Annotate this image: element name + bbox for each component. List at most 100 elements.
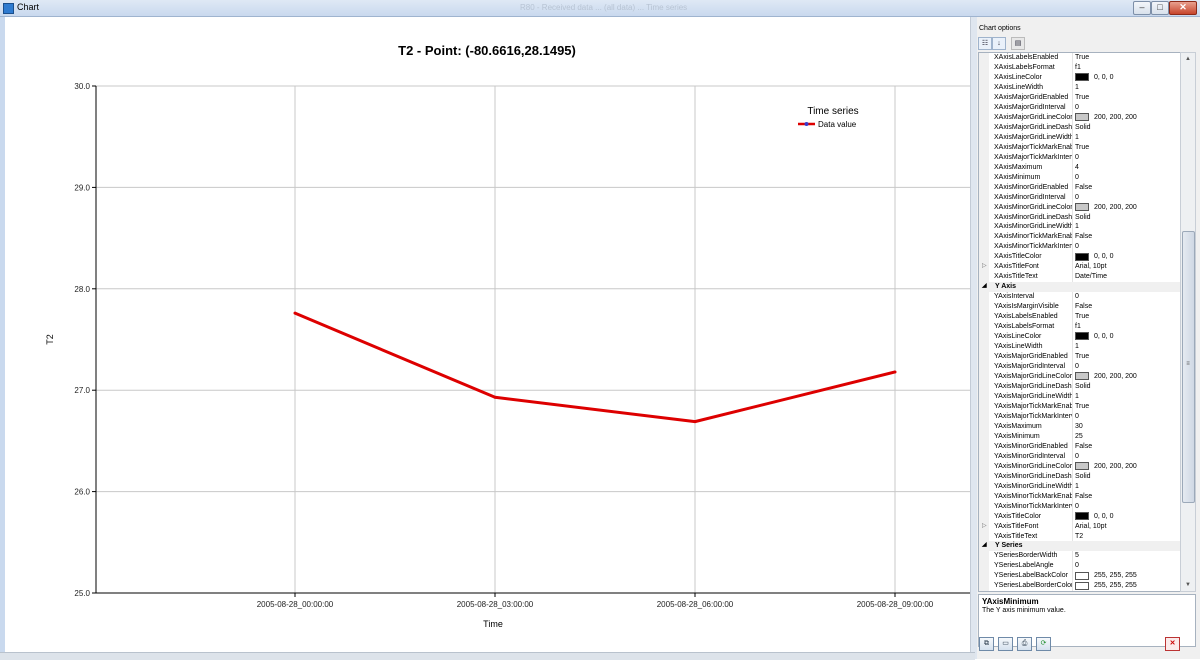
property-value-cell[interactable]: 4 — [1075, 163, 1179, 173]
copy-icon[interactable]: ⧉ — [979, 637, 994, 651]
property-pages-icon[interactable]: ▤ — [1011, 37, 1025, 50]
property-value-cell[interactable]: 0 — [1075, 173, 1179, 183]
property-value-cell[interactable]: False — [1075, 442, 1179, 452]
property-row[interactable]: YAxisInterval 0 — [979, 292, 1180, 303]
property-value-cell[interactable]: 0 — [1075, 193, 1179, 203]
property-row[interactable]: XAxisMinorTickMarkInterva 0 — [979, 242, 1180, 253]
property-value-cell[interactable]: True — [1075, 143, 1179, 153]
property-row[interactable]: YAxisMinorGridInterval 0 — [979, 451, 1180, 462]
property-value-cell[interactable]: 200, 200, 200 — [1075, 372, 1179, 382]
property-row[interactable]: XAxisMajorGridLineColor 200, 200, 200 — [979, 112, 1180, 123]
property-value-cell[interactable]: 0 — [1075, 103, 1179, 113]
close-button[interactable]: ✕ — [1169, 1, 1197, 15]
property-value-cell[interactable]: True — [1075, 312, 1179, 322]
property-value-cell[interactable]: 1 — [1075, 482, 1179, 492]
property-row[interactable]: YSeriesLabelBackColor 255, 255, 255 — [979, 571, 1180, 582]
property-row[interactable]: XAxisMajorGridLineWidth 1 — [979, 132, 1180, 143]
property-value-cell[interactable]: 1 — [1075, 392, 1179, 402]
property-value-cell[interactable]: 1 — [1075, 222, 1179, 232]
property-row[interactable]: XAxisMajorTickMarkInterva 0 — [979, 152, 1180, 163]
property-value-cell[interactable]: 1 — [1075, 83, 1179, 93]
property-value-cell[interactable]: f1 — [1075, 322, 1179, 332]
property-row[interactable]: YAxisMinorGridEnabled False — [979, 441, 1180, 452]
property-grid-scrollbar[interactable]: ▲ ≡ ▼ — [1180, 52, 1196, 592]
property-value-cell[interactable]: True — [1075, 352, 1179, 362]
property-row[interactable]: YAxisLabelsEnabled True — [979, 312, 1180, 323]
property-row[interactable]: XAxisTitleColor 0, 0, 0 — [979, 252, 1180, 263]
property-value-cell[interactable]: 0 — [1075, 412, 1179, 422]
property-category[interactable]: ◢ Y Axis — [979, 282, 1180, 293]
property-row[interactable]: ▷ XAxisTitleFont Arial, 10pt — [979, 262, 1180, 273]
property-row[interactable]: YAxisMajorGridEnabled True — [979, 352, 1180, 363]
property-value-cell[interactable]: Arial, 10pt — [1075, 262, 1179, 272]
expand-icon[interactable]: ▷ — [982, 262, 987, 272]
scroll-down-icon[interactable]: ▼ — [1181, 579, 1195, 591]
property-value-cell[interactable]: 0, 0, 0 — [1075, 511, 1179, 522]
save-icon[interactable]: ▭ — [998, 637, 1013, 651]
property-value-cell[interactable]: 0 — [1075, 292, 1179, 302]
minimize-button[interactable]: – — [1133, 1, 1151, 15]
property-row[interactable]: YAxisMinimum 25 — [979, 431, 1180, 442]
property-row[interactable]: XAxisMinorTickMarkEnable False — [979, 232, 1180, 243]
property-value-cell[interactable]: Date/Time — [1075, 272, 1179, 282]
property-value-cell[interactable]: 0 — [1075, 502, 1179, 512]
property-value-cell[interactable]: 255, 255, 255 — [1075, 571, 1179, 581]
property-row[interactable]: YAxisTitleColor 0, 0, 0 — [979, 511, 1180, 522]
window-title-bar[interactable]: Chart R80 - Received data ... (all data)… — [0, 0, 1200, 17]
property-value-cell[interactable]: True — [1075, 93, 1179, 103]
property-value-cell[interactable]: False — [1075, 183, 1179, 193]
property-row[interactable]: YAxisMajorTickMarkEnable True — [979, 401, 1180, 412]
property-row[interactable]: YAxisLineColor 0, 0, 0 — [979, 332, 1180, 343]
property-value-cell[interactable]: Solid — [1075, 213, 1179, 223]
property-row[interactable]: YAxisMaximum 30 — [979, 421, 1180, 432]
categorized-icon[interactable]: ☷ — [978, 37, 992, 50]
property-row[interactable]: YAxisMajorGridLineWidth 1 — [979, 391, 1180, 402]
property-value-cell[interactable]: 200, 200, 200 — [1075, 461, 1179, 472]
property-row[interactable]: YAxisMajorGridLineColor 200, 200, 200 — [979, 372, 1180, 382]
property-row[interactable]: YAxisMinorGridLineDashSt Solid — [979, 471, 1180, 482]
property-grid[interactable]: XAxisLabelsEnabled True XAxisLabelsFormat f… — [978, 52, 1181, 592]
property-row[interactable]: XAxisLabelsFormat f1 — [979, 62, 1180, 73]
property-value-cell[interactable]: 0 — [1075, 362, 1179, 372]
property-value-cell[interactable]: 0, 0, 0 — [1075, 73, 1179, 83]
property-value-cell[interactable]: 255, 255, 255 — [1075, 581, 1179, 591]
property-row[interactable]: ▷ YAxisTitleFont Arial, 10pt — [979, 521, 1180, 532]
splitter[interactable] — [970, 17, 977, 659]
scroll-up-icon[interactable]: ▲ — [1181, 53, 1195, 65]
property-value-cell[interactable]: f1 — [1075, 63, 1179, 73]
maximize-button[interactable]: □ — [1151, 1, 1169, 15]
property-value-cell[interactable]: Solid — [1075, 472, 1179, 482]
property-value-cell[interactable]: 30 — [1075, 422, 1179, 432]
property-row[interactable]: XAxisLineWidth 1 — [979, 82, 1180, 93]
property-row[interactable]: XAxisMajorGridLineDashSt Solid — [979, 122, 1180, 133]
property-row[interactable]: YAxisLabelsFormat f1 — [979, 322, 1180, 333]
property-row[interactable]: XAxisMinorGridLineDashSt Solid — [979, 212, 1180, 223]
property-row[interactable]: YSeriesLabelBorderColor 255, 255, 255 — [979, 581, 1180, 591]
property-row[interactable]: YSeriesLabelAngle 0 — [979, 561, 1180, 572]
property-row[interactable]: YAxisMinorGridLineColor 200, 200, 200 — [979, 461, 1180, 472]
property-row[interactable]: XAxisMinimum 0 — [979, 172, 1180, 183]
property-row[interactable]: YAxisLineWidth 1 — [979, 342, 1180, 353]
collapse-icon[interactable]: ◢ — [982, 541, 987, 551]
property-row[interactable]: XAxisMajorTickMarkEnable True — [979, 142, 1180, 153]
property-value-cell[interactable]: 1 — [1075, 133, 1179, 143]
property-row[interactable]: YAxisMajorGridInterval 0 — [979, 362, 1180, 372]
property-value-cell[interactable]: False — [1075, 232, 1179, 242]
property-value-cell[interactable]: 200, 200, 200 — [1075, 202, 1179, 213]
collapse-icon[interactable]: ◢ — [982, 282, 987, 292]
property-row[interactable]: YSeriesBorderWidth 5 — [979, 551, 1180, 562]
property-category[interactable]: ◢ Y Series — [979, 541, 1180, 552]
property-value-cell[interactable]: 0 — [1075, 242, 1179, 252]
sort-az-icon[interactable]: ↓ — [992, 37, 1006, 50]
property-row[interactable]: XAxisMajorGridEnabled True — [979, 92, 1180, 103]
property-row[interactable]: XAxisMinorGridInterval 0 — [979, 192, 1180, 203]
property-value-cell[interactable]: 0, 0, 0 — [1075, 252, 1179, 262]
property-value-cell[interactable]: 0, 0, 0 — [1075, 332, 1179, 342]
property-row[interactable]: XAxisLabelsEnabled True — [979, 53, 1180, 63]
property-value-cell[interactable]: 0 — [1075, 153, 1179, 163]
property-value-cell[interactable]: False — [1075, 492, 1179, 502]
property-value-cell[interactable]: False — [1075, 302, 1179, 312]
property-value-cell[interactable]: 5 — [1075, 551, 1179, 561]
property-value-cell[interactable]: True — [1075, 402, 1179, 412]
property-value-cell[interactable]: Solid — [1075, 382, 1179, 392]
